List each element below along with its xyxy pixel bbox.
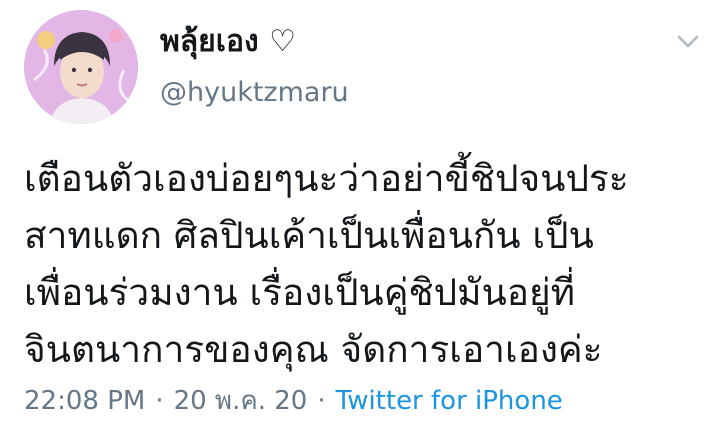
chevron-down-icon	[677, 35, 699, 48]
tweet-text-line: จินตนาการของคุณ จัดการเอาเองค่ะ	[24, 328, 603, 371]
user-handle[interactable]: @hyuktzmaru	[160, 76, 349, 110]
separator: ·	[317, 386, 326, 416]
tweet-text-line: เตือนตัวเองบ่อยๆนะว่าอย่าขี้ชิปจนประ	[24, 157, 629, 200]
tweet-card: พลุ้ยเอง ♡ @hyuktzmaru เตือนตัวเองบ่อยๆน…	[0, 0, 720, 441]
tweet-text-line: สาทแดก ศิลปินเค้าเป็นเพื่อนกัน เป็น	[24, 214, 594, 257]
avatar-image	[24, 10, 138, 124]
tweet-source-link[interactable]: Twitter for iPhone	[336, 381, 563, 421]
tweet-date[interactable]: 20 พ.ค. 20	[174, 381, 308, 421]
tweet-time[interactable]: 22:08 PM	[24, 381, 145, 421]
tweet-metadata: 22:08 PM · 20 พ.ค. 20 · Twitter for iPho…	[24, 381, 563, 421]
tweet-text-line: เพื่อนร่วมงาน เรื่องเป็นคู่ชิปมันอยู่ที่	[24, 271, 576, 314]
avatar[interactable]	[24, 10, 138, 124]
tweet-text: เตือนตัวเองบ่อยๆนะว่าอย่าขี้ชิปจนประ สาท…	[24, 150, 704, 378]
separator: ·	[155, 386, 164, 416]
tweet-menu-button[interactable]	[670, 28, 706, 56]
display-name[interactable]: พลุ้ยเอง ♡	[160, 24, 296, 60]
